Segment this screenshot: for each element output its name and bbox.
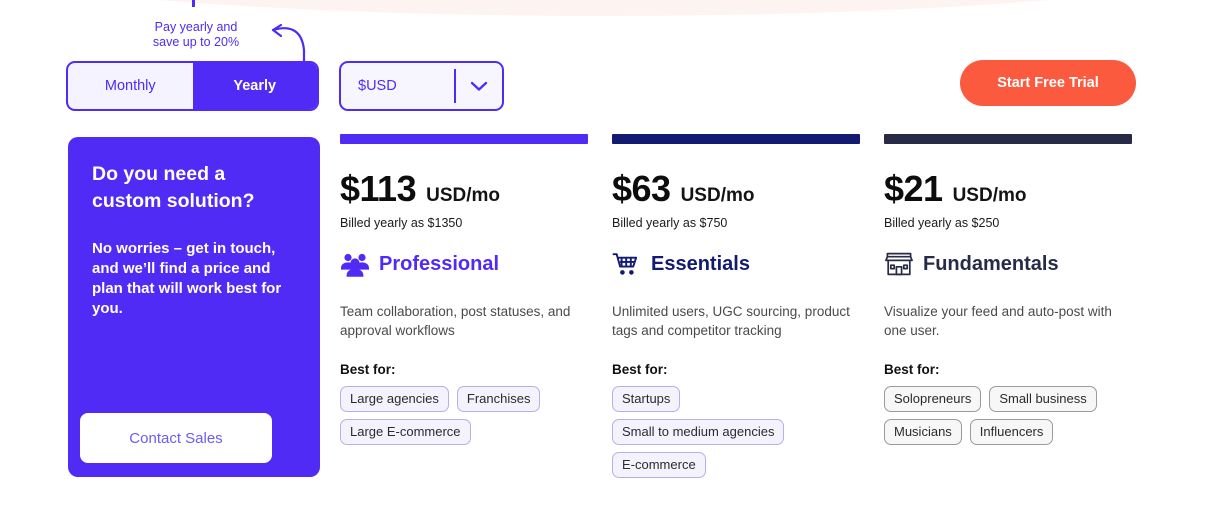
billing-toggle-yearly[interactable]: Yearly: [192, 63, 317, 109]
plan-tag[interactable]: Large E-commerce: [340, 419, 471, 445]
shopping-cart-icon: [612, 251, 642, 277]
chevron-down-icon[interactable]: [456, 80, 502, 92]
yearly-savings-note: Pay yearly and save up to 20%: [136, 20, 256, 50]
plan-price-row: $63 USD/mo: [612, 168, 860, 210]
plan-price-row: $21 USD/mo: [884, 168, 1132, 210]
plan-accent-bar: [340, 134, 588, 144]
custom-solution-card: Do you need a custom solution? No worrie…: [68, 137, 320, 477]
plan-accent-bar: [884, 134, 1132, 144]
plan-name: Professional: [379, 252, 500, 275]
plan-best-for-label: Best for:: [884, 362, 940, 377]
plan-price-unit: USD/mo: [952, 185, 1027, 206]
plan-card-essentials: $63 USD/mo Billed yearly as $750 Essenti…: [612, 134, 860, 478]
plan-tags: Startups Small to medium agencies E-comm…: [612, 386, 860, 478]
plan-billed-note: Billed yearly as $750: [612, 216, 728, 230]
plan-price-unit: USD/mo: [426, 185, 501, 206]
contact-sales-button[interactable]: Contact Sales: [80, 413, 272, 463]
plan-description: Unlimited users, UGC sourcing, product t…: [612, 304, 850, 338]
plan-price: $21: [884, 168, 943, 209]
custom-solution-title: Do you need a custom solution?: [92, 163, 255, 212]
plan-tag[interactable]: E-commerce: [612, 452, 706, 478]
top-decorative-tick: [192, 0, 195, 7]
billing-toggle-monthly[interactable]: Monthly: [68, 63, 193, 109]
plan-price-row: $113 USD/mo: [340, 168, 588, 210]
plan-accent-bar: [612, 134, 860, 144]
yearly-savings-note-line1: Pay yearly and: [154, 20, 238, 34]
plan-tag[interactable]: Solopreneurs: [884, 386, 982, 412]
plan-description: Visualize your feed and auto-post with o…: [884, 304, 1112, 338]
billing-period-toggle[interactable]: Monthly Yearly: [66, 61, 319, 111]
plan-tag[interactable]: Influencers: [969, 419, 1054, 445]
plan-description: Team collaboration, post statuses, and a…: [340, 304, 571, 338]
plan-best-for-label: Best for:: [340, 362, 396, 377]
custom-solution-body: No worries – get in touch, and we’ll fin…: [92, 240, 282, 317]
plan-tags: Large agencies Franchises Large E-commer…: [340, 386, 588, 445]
plan-name: Essentials: [651, 252, 750, 275]
storefront-icon: [884, 251, 914, 277]
plan-card-professional: $113 USD/mo Billed yearly as $1350 Profe…: [340, 134, 588, 478]
top-decorative-band: [0, 0, 1212, 16]
plan-name-row: Fundamentals: [884, 251, 1132, 277]
plan-name: Fundamentals: [923, 252, 1059, 275]
plan-tag[interactable]: Musicians: [884, 419, 962, 445]
plan-price-unit: USD/mo: [680, 185, 755, 206]
plan-billed-note: Billed yearly as $250: [884, 216, 1000, 230]
start-free-trial-button[interactable]: Start Free Trial: [960, 60, 1136, 106]
plan-tag[interactable]: Franchises: [456, 386, 541, 412]
plan-tag[interactable]: Large agencies: [340, 386, 449, 412]
plan-price: $113: [340, 168, 417, 209]
plan-name-row: Essentials: [612, 251, 860, 277]
plan-tag[interactable]: Startups: [612, 386, 681, 412]
pricing-page: Pay yearly and save up to 20% Monthly Ye…: [0, 0, 1212, 511]
plan-tag[interactable]: Small to medium agencies: [612, 419, 785, 445]
plan-card-fundamentals: $21 USD/mo Billed yearly as $250 Fundame…: [884, 134, 1132, 478]
yearly-savings-note-line2: save up to 20%: [152, 35, 240, 49]
plan-columns: $113 USD/mo Billed yearly as $1350 Profe…: [340, 134, 1170, 478]
plan-billed-note: Billed yearly as $1350: [340, 216, 463, 230]
plan-name-row: Professional: [340, 251, 588, 277]
plan-tag[interactable]: Small business: [989, 386, 1097, 412]
plan-tags: Solopreneurs Small business Musicians In…: [884, 386, 1132, 445]
currency-select[interactable]: $USD: [339, 61, 504, 111]
plan-price: $63: [612, 168, 671, 209]
currency-select-value: $USD: [358, 78, 397, 94]
plan-best-for-label: Best for:: [612, 362, 668, 377]
people-group-icon: [340, 251, 370, 277]
